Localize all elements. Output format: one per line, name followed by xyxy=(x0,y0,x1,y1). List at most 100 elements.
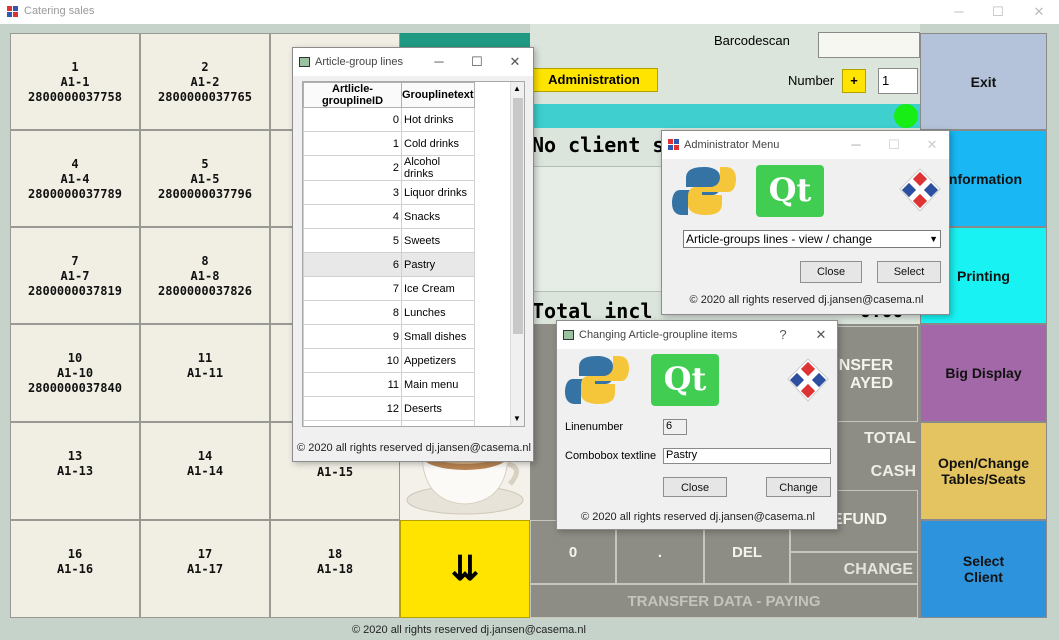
change-groupline-dialog: Changing Article-groupline items ? ✕ Qt … xyxy=(556,320,838,530)
cell-text[interactable]: Lunches xyxy=(401,300,475,325)
cell-text[interactable]: Hot drinks xyxy=(401,107,475,132)
combobox-textline-input[interactable]: Pastry xyxy=(663,448,831,464)
table-tile-1[interactable]: 1 A1-1 2800000037758 xyxy=(10,33,140,130)
cell-text[interactable]: Snacks xyxy=(401,204,475,229)
table-tile-5[interactable]: 5 A1-5 2800000037796 xyxy=(140,130,270,227)
admin-combobox[interactable]: Article-groups lines - view / change ▼ xyxy=(683,230,941,248)
administration-button[interactable]: Administration xyxy=(530,68,658,92)
table-row[interactable]: 1 Cold drinks xyxy=(303,131,475,156)
minimize-icon[interactable]: ─ xyxy=(944,2,974,22)
change-button[interactable]: CHANGE xyxy=(790,552,918,584)
tile-number: 7 xyxy=(71,254,79,268)
cell-id[interactable]: 6 xyxy=(303,252,402,277)
close-icon[interactable]: ✕ xyxy=(501,52,529,72)
scroll-down-button[interactable]: ⇊ xyxy=(400,520,530,618)
cell-text[interactable]: Various xyxy=(401,420,475,426)
change-dialog-change-button[interactable]: Change xyxy=(766,477,831,497)
cell-id[interactable]: 12 xyxy=(303,396,402,421)
table-row[interactable]: 8 Lunches xyxy=(303,300,475,325)
scroll-down-icon[interactable]: ▼ xyxy=(513,414,521,423)
table-row[interactable]: 13Various xyxy=(303,420,475,426)
change-dialog-close-button[interactable]: Close xyxy=(663,477,727,497)
table-row[interactable]: 7 Ice Cream xyxy=(303,276,475,301)
open-change-tables-button[interactable]: Open/Change Tables/Seats xyxy=(920,422,1047,520)
admin-select-button[interactable]: Select xyxy=(877,261,941,283)
cell-text[interactable]: Pastry xyxy=(401,252,475,277)
table-tile-4[interactable]: 4 A1-4 2800000037789 xyxy=(10,130,140,227)
table-scrollbar[interactable]: ▲ ▼ xyxy=(510,82,524,426)
close-icon[interactable]: ✕ xyxy=(918,135,946,155)
table-row[interactable]: 12 Deserts xyxy=(303,396,475,421)
cell-text[interactable]: Cold drinks xyxy=(401,131,475,156)
cell-text[interactable]: Alcohol drinks xyxy=(401,155,475,181)
number-plus-button[interactable]: + xyxy=(842,69,866,93)
article-table[interactable]: Artlicle-grouplineID Grouplinetext 0 Hot … xyxy=(302,81,525,427)
cell-text[interactable]: Ice Cream xyxy=(401,276,475,301)
select-client-button[interactable]: Select Client xyxy=(920,520,1047,618)
maximize-icon[interactable]: ☐ xyxy=(983,2,1013,22)
table-tile-17[interactable]: 17 A1-17 xyxy=(140,520,270,618)
maximize-icon[interactable]: ☐ xyxy=(463,52,491,72)
help-icon[interactable]: ? xyxy=(769,325,797,345)
table-tile-8[interactable]: 8 A1-8 2800000037826 xyxy=(140,227,270,324)
table-row[interactable]: 0 Hot drinks xyxy=(303,107,475,132)
order-list[interactable] xyxy=(533,166,663,292)
cell-text[interactable]: Sweets xyxy=(401,228,475,253)
tile-code: A1-15 xyxy=(316,465,354,479)
table-row[interactable]: 10 Appetizers xyxy=(303,348,475,373)
cell-text[interactable]: Small dishes xyxy=(401,324,475,349)
table-row[interactable]: 4 Snacks xyxy=(303,204,475,229)
column-header-text[interactable]: Grouplinetext xyxy=(401,82,475,108)
cell-id[interactable]: 13 xyxy=(303,420,402,426)
table-row[interactable]: 6 Pastry xyxy=(303,252,475,277)
minimize-icon[interactable]: ─ xyxy=(842,135,870,155)
cell-id[interactable]: 2 xyxy=(303,155,402,181)
table-tile-10[interactable]: 10 A1-10 2800000037840 xyxy=(10,324,140,422)
cell-text[interactable]: Liquor drinks xyxy=(401,180,475,205)
maximize-icon[interactable]: ☐ xyxy=(880,135,908,155)
table-row[interactable]: 9 Small dishes xyxy=(303,324,475,349)
cell-id[interactable]: 11 xyxy=(303,372,402,397)
cell-text[interactable]: Deserts xyxy=(401,396,475,421)
table-tile-13[interactable]: 13 A1-13 xyxy=(10,422,140,520)
close-icon[interactable]: ✕ xyxy=(1024,2,1054,22)
linenumber-field: 6 xyxy=(663,419,687,435)
cell-id[interactable]: 7 xyxy=(303,276,402,301)
python-logo xyxy=(672,165,736,217)
minimize-icon[interactable]: ─ xyxy=(425,52,453,72)
table-row[interactable]: 5 Sweets xyxy=(303,228,475,253)
number-spinbox[interactable]: 1 xyxy=(878,68,918,94)
big-display-button[interactable]: Big Display xyxy=(920,324,1047,422)
table-tile-14[interactable]: 14 A1-14 xyxy=(140,422,270,520)
transfer-data-button[interactable]: TRANSFER DATA - PAYING xyxy=(530,584,918,618)
cell-id[interactable]: 9 xyxy=(303,324,402,349)
barcodescan-input[interactable] xyxy=(818,32,920,58)
close-icon[interactable]: ✕ xyxy=(807,325,835,345)
table-row[interactable]: 3 Liquor drinks xyxy=(303,180,475,205)
cell-id[interactable]: 8 xyxy=(303,300,402,325)
select-client-line1: Select xyxy=(962,553,1005,569)
scroll-up-icon[interactable]: ▲ xyxy=(513,84,521,93)
cell-id[interactable]: 1 xyxy=(303,131,402,156)
table-tile-7[interactable]: 7 A1-7 2800000037819 xyxy=(10,227,140,324)
cell-id[interactable]: 10 xyxy=(303,348,402,373)
tile-code: A1-2 xyxy=(190,75,220,89)
cell-text[interactable]: Main menu xyxy=(401,372,475,397)
admin-close-button[interactable]: Close xyxy=(800,261,862,283)
cell-text[interactable]: Appetizers xyxy=(401,348,475,373)
cell-id[interactable]: 5 xyxy=(303,228,402,253)
cell-id[interactable]: 0 xyxy=(303,107,402,132)
table-tile-18[interactable]: 18 A1-18 xyxy=(270,520,400,618)
table-row[interactable]: 2 Alcohol drinks xyxy=(303,155,475,181)
table-tile-16[interactable]: 16 A1-16 xyxy=(10,520,140,618)
table-tile-11[interactable]: 11 A1-11 xyxy=(140,324,270,422)
scroll-thumb[interactable] xyxy=(513,98,523,334)
column-header-id[interactable]: Artlicle-grouplineID xyxy=(303,82,402,108)
tile-code: A1-16 xyxy=(56,562,94,576)
exit-button[interactable]: Exit xyxy=(920,33,1047,130)
table-row[interactable]: 11 Main menu xyxy=(303,372,475,397)
table-tile-2[interactable]: 2 A1-2 2800000037765 xyxy=(140,33,270,130)
cell-id[interactable]: 4 xyxy=(303,204,402,229)
cell-id[interactable]: 3 xyxy=(303,180,402,205)
chevron-down-icon[interactable]: ▼ xyxy=(929,231,938,247)
